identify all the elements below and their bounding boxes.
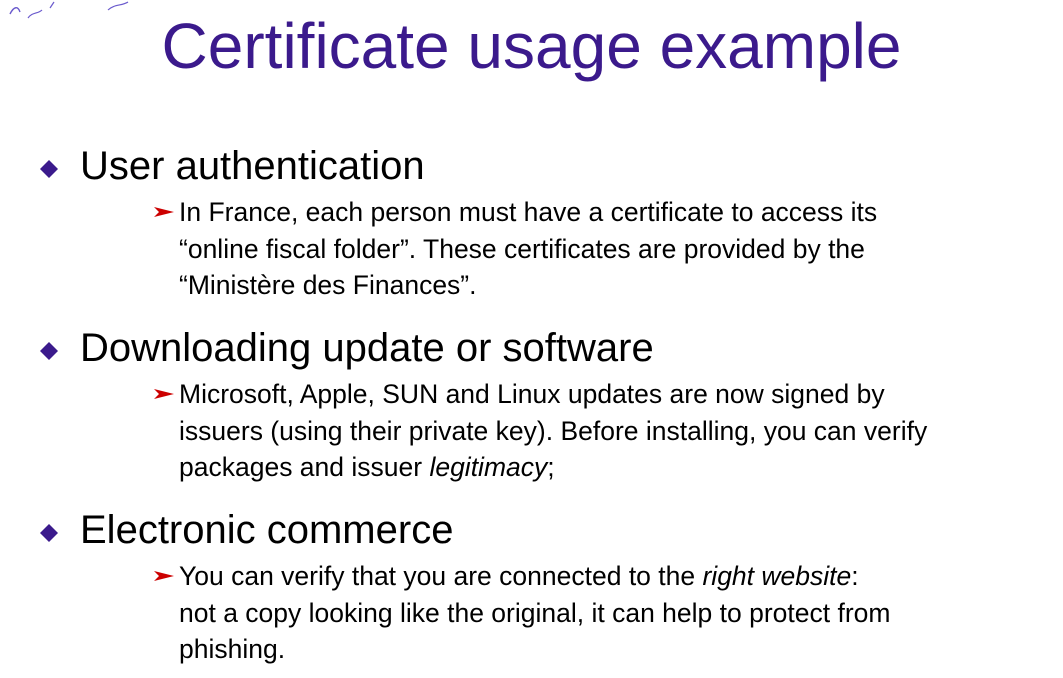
text-run: phishing. <box>179 634 286 664</box>
red-arrow-icon <box>154 207 174 217</box>
bullet-section-user-authentication: User authentication In France, each pers… <box>0 142 1063 304</box>
text-run: not a copy looking like the original, it… <box>179 597 891 628</box>
sub-bullet-line: packages and issuer legitimacy; <box>179 449 1049 486</box>
text-run: In France, each person must have a certi… <box>179 197 878 227</box>
italic-text: legitimacy <box>429 452 548 482</box>
italic-text: right website <box>702 561 852 591</box>
sub-bullet-line: You can verify that you are connected to… <box>179 558 1049 595</box>
sub-bullet-line: issuers (using their private key). Befor… <box>179 413 1049 450</box>
sub-bullet: You can verify that you are connected to… <box>0 558 1063 668</box>
bullet-heading: Downloading update or software <box>80 326 654 370</box>
bullet-row: User authentication <box>0 142 1063 190</box>
diamond-bullet-icon <box>40 160 58 178</box>
text-run: “online fiscal folder”. These certificat… <box>179 233 865 264</box>
sub-bullet: In France, each person must have a certi… <box>0 194 1063 304</box>
bullet-row: Electronic commerce <box>0 506 1063 554</box>
sub-bullet-text: You can verify that you are connected to… <box>179 558 1049 668</box>
sub-bullet-line: In France, each person must have a certi… <box>179 194 1049 231</box>
sub-bullet-line: phishing. <box>179 631 1049 668</box>
sub-bullet-line: “online fiscal folder”. These certificat… <box>179 231 1049 268</box>
bullet-row: Downloading update or software <box>0 324 1063 372</box>
text-run: Microsoft, Apple, SUN and Linux updates … <box>179 379 885 409</box>
text-run: : <box>851 561 859 591</box>
bullet-heading: Electronic commerce <box>80 508 454 552</box>
text-run: You can verify that you are connected to… <box>179 561 703 591</box>
diamond-bullet-icon <box>40 524 58 542</box>
red-arrow-icon <box>154 571 174 581</box>
text-run: ; <box>547 452 555 482</box>
text-run: packages and issuer <box>179 452 430 482</box>
slide-title: Certificate usage example <box>161 10 902 82</box>
bullet-section-downloading-update: Downloading update or software Microsoft… <box>0 324 1063 486</box>
sub-bullet-line: “Ministère des Finances”. <box>179 267 1049 304</box>
sub-bullet-line: Microsoft, Apple, SUN and Linux updates … <box>179 376 1049 413</box>
text-run: issuers (using their private key). Befor… <box>179 415 928 446</box>
sub-bullet-line: not a copy looking like the original, it… <box>179 595 1049 632</box>
sub-bullet: Microsoft, Apple, SUN and Linux updates … <box>0 376 1063 486</box>
bullet-section-electronic-commerce: Electronic commerce You can verify that … <box>0 506 1063 668</box>
red-arrow-icon <box>154 389 174 399</box>
text-run: “Ministère des Finances”. <box>179 270 477 300</box>
bullet-heading: User authentication <box>80 144 425 188</box>
sub-bullet-text: In France, each person must have a certi… <box>179 194 1049 304</box>
diamond-bullet-icon <box>40 342 58 360</box>
sub-bullet-text: Microsoft, Apple, SUN and Linux updates … <box>179 376 1049 486</box>
